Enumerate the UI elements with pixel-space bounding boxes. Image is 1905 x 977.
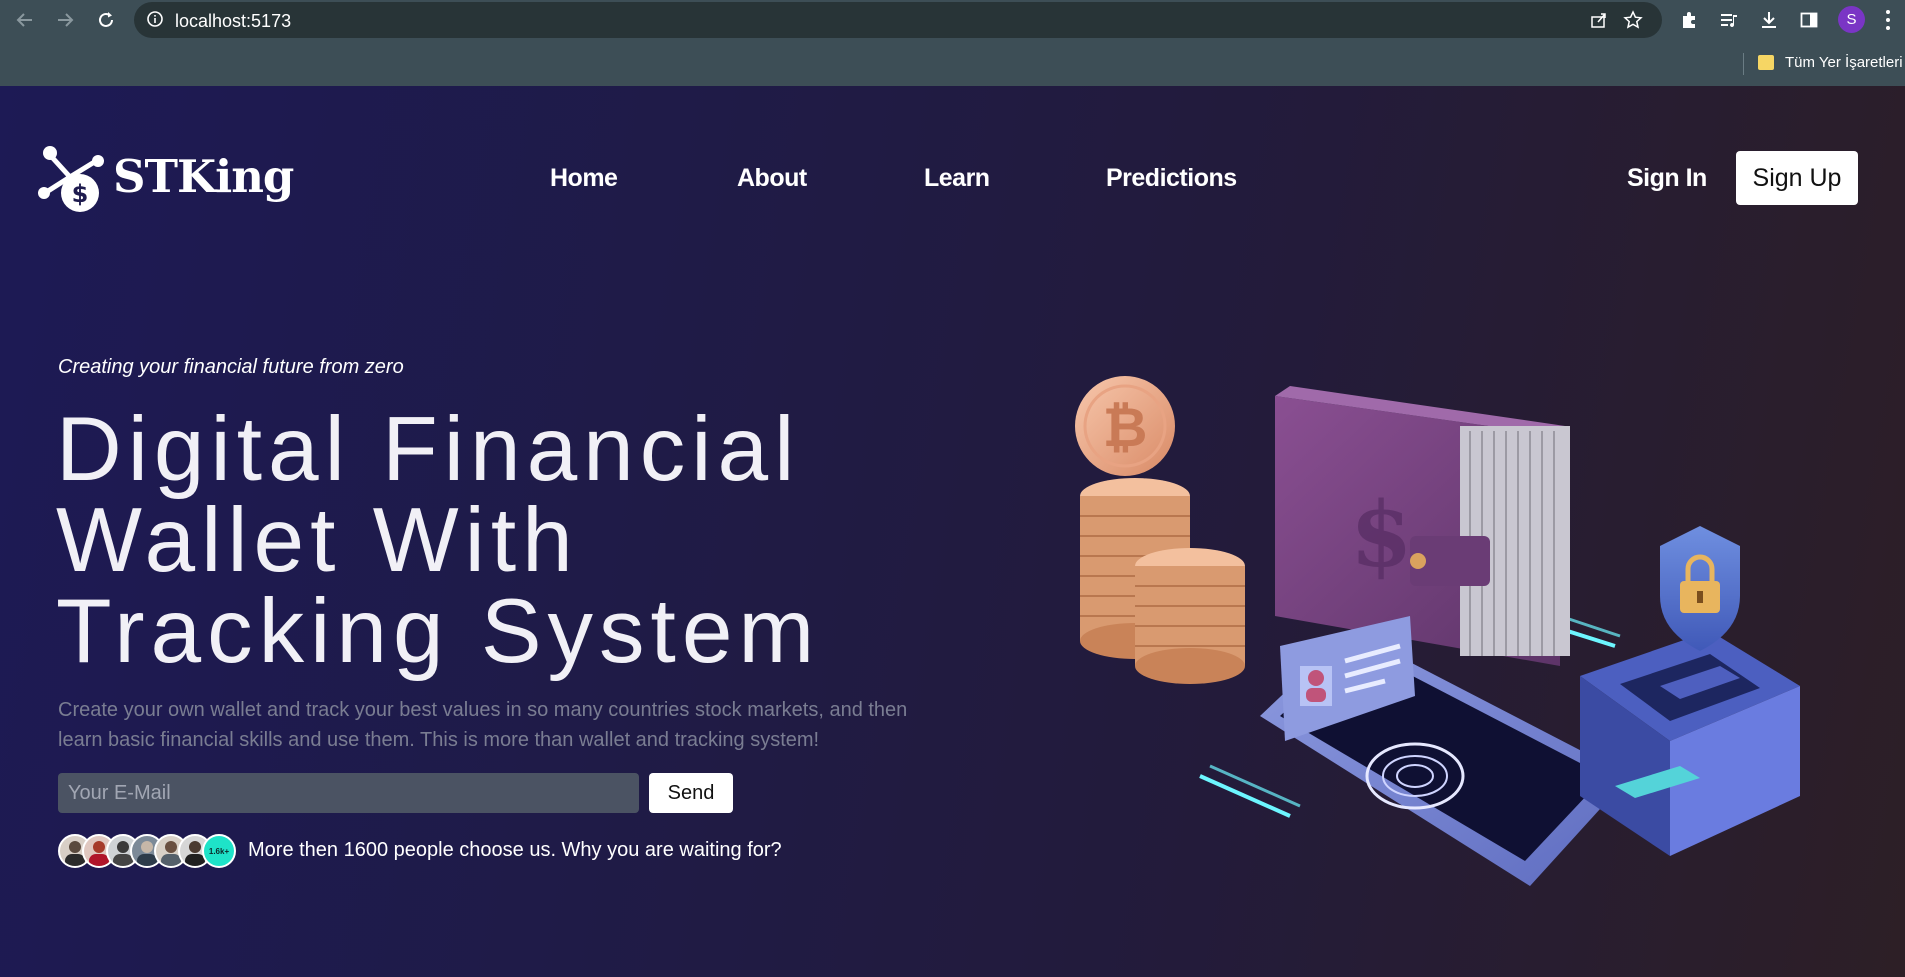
hero-tagline: Creating your financial future from zero xyxy=(58,356,404,378)
forward-icon[interactable] xyxy=(50,5,80,35)
coin-stack-icon xyxy=(1080,478,1245,684)
all-bookmarks-link[interactable]: Tüm Yer İşaretleri xyxy=(1785,54,1903,71)
reading-list-icon[interactable] xyxy=(1716,7,1742,33)
nav-about[interactable]: About xyxy=(737,164,807,193)
signin-link[interactable]: Sign In xyxy=(1627,164,1707,193)
send-button[interactable]: Send xyxy=(649,773,733,813)
address-bar[interactable]: localhost:5173 xyxy=(134,2,1662,38)
profile-avatar[interactable]: S xyxy=(1838,6,1865,33)
network-dollar-icon: $ xyxy=(38,146,104,212)
wallet-illustration: $ ₿ xyxy=(1075,376,1800,886)
user-avatars: 1.6k+ xyxy=(58,834,242,868)
bookmark-divider xyxy=(1743,53,1744,75)
landing-page: $ STKing Home About Learn Predictions Si… xyxy=(0,86,1905,977)
extensions-icon[interactable] xyxy=(1676,7,1702,33)
hero-description: Create your own wallet and track your be… xyxy=(58,699,908,751)
site-info-icon[interactable] xyxy=(146,10,164,33)
reload-icon[interactable] xyxy=(91,5,121,35)
headline-line: Digital Financial xyxy=(56,399,801,500)
svg-text:$: $ xyxy=(72,180,89,208)
side-panel-icon[interactable] xyxy=(1796,7,1822,33)
share-icon[interactable] xyxy=(1589,10,1609,35)
shield-lock-icon xyxy=(1660,526,1740,651)
svg-text:$: $ xyxy=(1350,482,1413,588)
wallet-icon: $ xyxy=(1275,386,1570,666)
chrome-menu-icon[interactable] xyxy=(1884,8,1892,32)
browser-chrome: localhost:5173 S Tüm Yer İşaretleri xyxy=(0,0,1905,86)
bookmark-folder-icon xyxy=(1758,55,1774,70)
security-box-icon xyxy=(1580,631,1800,856)
svg-text:₿: ₿ xyxy=(1103,395,1148,459)
download-icon[interactable] xyxy=(1756,7,1782,33)
nav-home[interactable]: Home xyxy=(550,164,618,193)
signup-button[interactable]: Sign Up xyxy=(1736,151,1858,205)
bitcoin-coin-icon: ₿ xyxy=(1075,376,1175,476)
user-count-badge: 1.6k+ xyxy=(202,834,236,868)
nav-predictions[interactable]: Predictions xyxy=(1106,164,1237,193)
headline-line: Wallet With xyxy=(56,490,579,591)
nav-learn[interactable]: Learn xyxy=(924,164,990,193)
back-icon[interactable] xyxy=(10,5,40,35)
brand-name[interactable]: STKing xyxy=(113,150,294,203)
bookmark-star-icon[interactable] xyxy=(1623,10,1643,35)
hero-headline: Digital Financial Wallet With Tracking S… xyxy=(56,404,936,677)
email-input[interactable] xyxy=(58,773,639,813)
headline-line: Tracking System xyxy=(56,581,821,682)
url-text: localhost:5173 xyxy=(175,11,292,31)
social-proof-text: More then 1600 people choose us. Why you… xyxy=(248,839,782,861)
